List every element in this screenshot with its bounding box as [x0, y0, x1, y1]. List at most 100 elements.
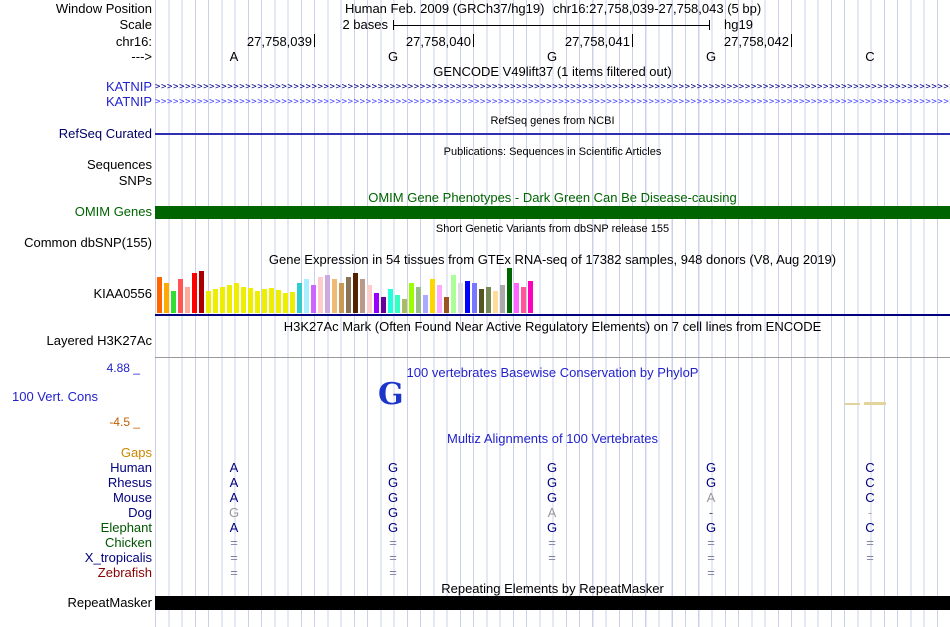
- gtex-bar[interactable]: [311, 285, 316, 313]
- species-label-human[interactable]: Human: [0, 461, 152, 474]
- h3k27ac-label[interactable]: Layered H3K27Ac: [0, 334, 152, 348]
- gtex-bar[interactable]: [213, 289, 218, 313]
- gtex-bar[interactable]: [171, 291, 176, 313]
- gtex-bar[interactable]: [423, 295, 428, 313]
- alignment-base: G: [546, 460, 558, 475]
- refseq-gene-line[interactable]: [155, 133, 950, 135]
- alignment-base: G: [546, 520, 558, 535]
- assembly-title: Human Feb. 2009 (GRCh37/hg19): [345, 1, 545, 16]
- gtex-bar[interactable]: [227, 285, 232, 313]
- alignment-base: -: [867, 505, 873, 520]
- omim-genes-label[interactable]: OMIM Genes: [0, 205, 152, 219]
- gene-label-katnip[interactable]: KATNIP: [0, 95, 152, 108]
- gtex-bar[interactable]: [164, 283, 169, 313]
- coordinate-label: 27,758,042: [723, 34, 789, 49]
- gtex-bar[interactable]: [507, 268, 512, 313]
- species-label-elephant[interactable]: Elephant: [0, 521, 152, 534]
- gtex-bar[interactable]: [185, 287, 190, 313]
- gene-strand-arrows[interactable]: >>>>>>>>>>>>>>>>>>>>>>>>>>>>>>>>>>>>>>>>…: [155, 97, 950, 107]
- gtex-bar[interactable]: [178, 279, 183, 313]
- repeatmasker-title: Repeating Elements by RepeatMasker: [441, 581, 664, 596]
- gtex-bar[interactable]: [276, 290, 281, 313]
- gtex-bar[interactable]: [353, 273, 358, 313]
- alignment-base: =: [707, 535, 715, 550]
- gtex-bar[interactable]: [430, 279, 435, 313]
- gtex-bar[interactable]: [283, 293, 288, 313]
- gtex-bar[interactable]: [493, 291, 498, 313]
- species-label-x_tropicalis[interactable]: X_tropicalis: [0, 551, 152, 564]
- snps-label[interactable]: SNPs: [0, 174, 152, 188]
- gtex-bar[interactable]: [500, 285, 505, 313]
- gtex-bar[interactable]: [318, 277, 323, 313]
- gtex-bar[interactable]: [437, 285, 442, 313]
- dbsnp-title: Short Genetic Variants from dbSNP releas…: [435, 223, 670, 235]
- gtex-bar[interactable]: [206, 291, 211, 313]
- gaps-label[interactable]: Gaps: [0, 446, 152, 460]
- gtex-bar[interactable]: [381, 297, 386, 313]
- gtex-bar[interactable]: [451, 275, 456, 313]
- phylop-negative-mark: [845, 403, 860, 405]
- dbsnp-label[interactable]: Common dbSNP(155): [0, 236, 152, 250]
- gene-strand-arrows[interactable]: >>>>>>>>>>>>>>>>>>>>>>>>>>>>>>>>>>>>>>>>…: [155, 82, 950, 92]
- gtex-bar[interactable]: [290, 292, 295, 313]
- coordinate-label: 27,758,041: [564, 34, 630, 49]
- alignment-base: G: [546, 475, 558, 490]
- species-label-mouse[interactable]: Mouse: [0, 491, 152, 504]
- conservation-track-label[interactable]: 100 Vert. Cons: [12, 390, 98, 404]
- gtex-bar[interactable]: [332, 279, 337, 313]
- gtex-bar[interactable]: [472, 283, 477, 313]
- phylop-negative-mark: [864, 402, 886, 405]
- species-label-zebrafish[interactable]: Zebrafish: [0, 566, 152, 579]
- gtex-bar[interactable]: [416, 287, 421, 313]
- gtex-bar[interactable]: [367, 285, 372, 313]
- gtex-bar[interactable]: [479, 289, 484, 313]
- gtex-bar[interactable]: [465, 281, 470, 313]
- gtex-bar[interactable]: [234, 283, 239, 313]
- gtex-bar[interactable]: [262, 289, 267, 313]
- multiz-title: Multiz Alignments of 100 Vertebrates: [446, 431, 658, 446]
- gtex-bar[interactable]: [360, 279, 365, 313]
- gtex-bar[interactable]: [395, 295, 400, 313]
- gtex-bar[interactable]: [241, 287, 246, 313]
- species-label-chicken[interactable]: Chicken: [0, 536, 152, 549]
- window-position-label: Window Position: [55, 1, 152, 16]
- gtex-gene-label[interactable]: KIAA0556: [0, 287, 152, 301]
- alignment-base: =: [866, 550, 874, 565]
- gtex-bar[interactable]: [402, 299, 407, 313]
- gtex-bar[interactable]: [192, 273, 197, 313]
- gtex-bar[interactable]: [514, 283, 519, 313]
- gtex-bar[interactable]: [486, 287, 491, 313]
- coordinate-label: 27,758,039: [246, 34, 312, 49]
- repeatmasker-label[interactable]: RepeatMasker: [0, 596, 152, 610]
- gtex-bar[interactable]: [339, 283, 344, 313]
- conservation-title: 100 vertebrates Basewise Conservation by…: [406, 365, 699, 380]
- alignment-base: A: [229, 460, 239, 475]
- conservation-glyph[interactable]: G: [378, 380, 404, 410]
- gtex-bar[interactable]: [409, 283, 414, 313]
- sequences-label[interactable]: Sequences: [0, 158, 152, 172]
- gtex-bar[interactable]: [220, 287, 225, 313]
- gtex-bar[interactable]: [528, 281, 533, 313]
- gtex-bar[interactable]: [269, 288, 274, 313]
- gtex-bar[interactable]: [325, 275, 330, 313]
- gtex-bar[interactable]: [248, 288, 253, 313]
- species-label-rhesus[interactable]: Rhesus: [0, 476, 152, 489]
- gtex-bar[interactable]: [304, 279, 309, 313]
- gtex-bar[interactable]: [199, 271, 204, 313]
- repeatmasker-bar[interactable]: [155, 596, 950, 610]
- gtex-bar[interactable]: [346, 277, 351, 313]
- conservation-max-label: 4.88 _: [106, 361, 140, 375]
- gtex-bar[interactable]: [374, 293, 379, 313]
- gtex-bar[interactable]: [388, 289, 393, 313]
- species-label-dog[interactable]: Dog: [0, 506, 152, 519]
- gtex-bar[interactable]: [444, 297, 449, 313]
- alignment-base: G: [387, 505, 399, 520]
- gtex-bar[interactable]: [521, 287, 526, 313]
- omim-bar[interactable]: [155, 206, 950, 219]
- refseq-label[interactable]: RefSeq Curated: [0, 127, 152, 141]
- gtex-bar[interactable]: [157, 277, 162, 313]
- gtex-bar[interactable]: [255, 291, 260, 313]
- gtex-bar[interactable]: [297, 283, 302, 313]
- gene-label-katnip[interactable]: KATNIP: [0, 80, 152, 93]
- gtex-bar[interactable]: [458, 283, 463, 313]
